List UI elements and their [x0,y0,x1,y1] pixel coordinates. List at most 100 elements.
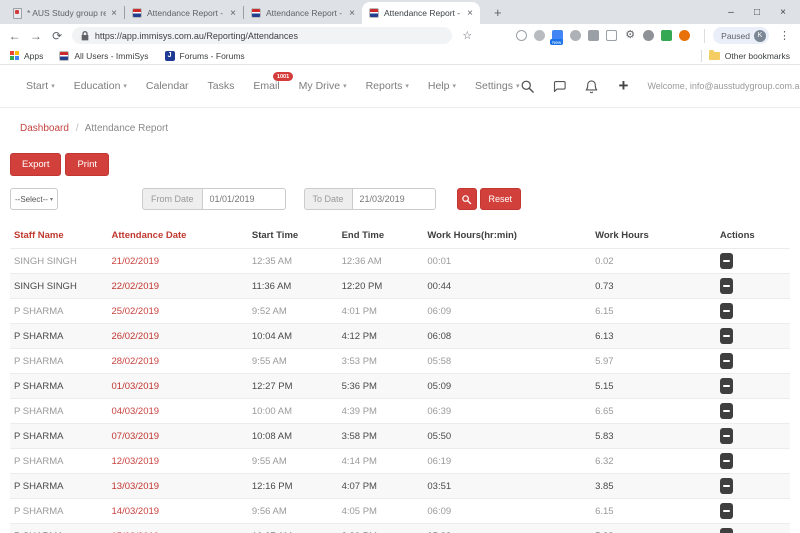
col-header-staff-name[interactable]: Staff Name [10,224,108,249]
bookmark-forums[interactable]: J Forums - Forums [165,51,245,61]
from-date-input[interactable] [202,188,286,210]
table-row: P SHARMA14/03/20199:56 AM4:05 PM06:096.1… [10,499,790,524]
row-action-button[interactable] [720,453,733,469]
browser-tab-2[interactable]: Attendance Report - ImmiSys × [125,2,243,24]
row-action-button[interactable] [720,353,733,369]
sync-paused-pill[interactable]: Paused K [713,27,769,44]
browser-menu-icon[interactable]: ⋮ [777,29,792,42]
row-action-button[interactable] [720,278,733,294]
col-header-start-time[interactable]: Start Time [248,224,338,249]
extension-icon[interactable] [679,30,690,41]
row-action-button[interactable] [720,328,733,344]
print-button[interactable]: Print [65,153,109,176]
nav-item-calendar[interactable]: Calendar [146,80,189,92]
browser-tab-active[interactable]: Attendance Report - ImmiSys × [362,2,480,24]
end-time-cell: 3:30 PM [338,524,424,533]
table-row: P SHARMA28/02/20199:55 AM3:53 PM05:585.9… [10,349,790,374]
col-header-end-time[interactable]: End Time [338,224,424,249]
other-bookmarks[interactable]: Other bookmarks [701,50,790,62]
extension-icon[interactable] [534,30,545,41]
breadcrumb-dashboard-link[interactable]: Dashboard [20,123,69,134]
url-input[interactable]: https://app.immisys.com.au/Reporting/Att… [72,27,452,44]
tab-close-icon[interactable]: × [111,8,117,19]
extension-icon[interactable] [606,30,617,41]
extension-icon[interactable]: New [552,30,563,41]
tab-title: Attendance Report - ImmiSys [384,8,462,18]
nav-item-email[interactable]: Email1001 [253,80,279,92]
extension-icon[interactable] [643,30,654,41]
col-header-work-hours[interactable]: Work Hours [591,224,716,249]
table-row: P SHARMA12/03/20199:55 AM4:14 PM06:196.3… [10,449,790,474]
work-hours-cell: 0.73 [591,274,716,299]
nav-item-start[interactable]: Start▾ [26,80,55,92]
staff-name-cell: P SHARMA [10,324,108,349]
extension-icon[interactable] [661,30,672,41]
tab-close-icon[interactable]: × [349,8,355,19]
minus-icon [723,260,730,262]
attendance-date-cell: 04/03/2019 [108,399,248,424]
forward-button[interactable]: → [29,29,42,43]
nav-item-help[interactable]: Help▾ [428,80,456,92]
chat-icon[interactable] [551,78,567,94]
row-action-button[interactable] [720,428,733,444]
actions-cell [716,274,790,299]
user-menu[interactable]: Welcome, info@ausstudygroup.com.au ▾ [647,81,800,91]
actions-cell [716,249,790,274]
bookmark-star-icon[interactable]: ☆ [462,29,472,42]
col-header-attendance-date[interactable]: Attendance Date [108,224,248,249]
tab-close-icon[interactable]: × [230,8,236,19]
bookmark-apps[interactable]: Apps [10,51,43,61]
nav-item-settings[interactable]: Settings▾ [475,80,519,92]
export-button[interactable]: Export [10,153,61,176]
page-title: Attendance Report [85,123,168,134]
row-action-button[interactable] [720,503,733,519]
maximize-button[interactable]: □ [744,7,770,18]
work-hours-cell: 6.32 [591,449,716,474]
actions-cell [716,424,790,449]
col-header-work-hours-hrmin[interactable]: Work Hours(hr:min) [423,224,591,249]
reset-button[interactable]: Reset [480,188,522,210]
row-action-button[interactable] [720,528,733,533]
table-row: P SHARMA01/03/201912:27 PM5:36 PM05:095.… [10,374,790,399]
nav-item-education[interactable]: Education▾ [74,80,127,92]
nav-item-my-drive[interactable]: My Drive▾ [299,80,347,92]
row-action-button[interactable] [720,478,733,494]
minus-icon [723,335,730,337]
minus-icon [723,410,730,412]
reload-button[interactable]: ⟳ [51,29,64,43]
nav-item-tasks[interactable]: Tasks [208,80,235,92]
tab-title: Attendance Report - ImmiSys [147,8,225,18]
end-time-cell: 4:01 PM [338,299,424,324]
end-time-cell: 4:07 PM [338,474,424,499]
extension-icon[interactable] [570,30,581,41]
end-time-cell: 4:05 PM [338,499,424,524]
other-bookmarks-label: Other bookmarks [725,51,790,61]
table-row: P SHARMA04/03/201910:00 AM4:39 PM06:396.… [10,399,790,424]
back-button[interactable]: ← [8,29,21,43]
extension-icon[interactable] [588,30,599,41]
close-window-button[interactable]: × [770,7,796,18]
row-action-button[interactable] [720,403,733,419]
row-action-button[interactable] [720,378,733,394]
tab-close-icon[interactable]: × [467,8,473,19]
immisys-favicon-icon [369,8,379,18]
search-icon[interactable] [519,78,535,94]
add-icon[interactable]: + [615,78,631,94]
minimize-button[interactable]: – [718,7,744,18]
start-time-cell: 9:55 AM [248,449,338,474]
nav-item-reports[interactable]: Reports▾ [366,80,409,92]
browser-tab-1[interactable]: * AUS Study group reporting tha × [6,2,124,24]
start-time-cell: 10:07 AM [248,524,338,533]
row-action-button[interactable] [720,303,733,319]
extension-icon[interactable] [516,30,527,41]
row-action-button[interactable] [720,253,733,269]
bookmark-all-users[interactable]: All Users - ImmiSys [59,51,148,61]
to-date-input[interactable] [352,188,436,210]
gear-extension-icon[interactable]: ⚙ [624,30,636,41]
new-tab-button[interactable]: + [490,5,506,20]
end-time-cell: 3:58 PM [338,424,424,449]
notifications-bell-icon[interactable] [583,78,599,94]
browser-tab-3[interactable]: Attendance Report - ImmiSys × [244,2,362,24]
staff-select-dropdown[interactable]: --Select-- ▾ [10,188,58,210]
search-button[interactable] [457,188,477,210]
